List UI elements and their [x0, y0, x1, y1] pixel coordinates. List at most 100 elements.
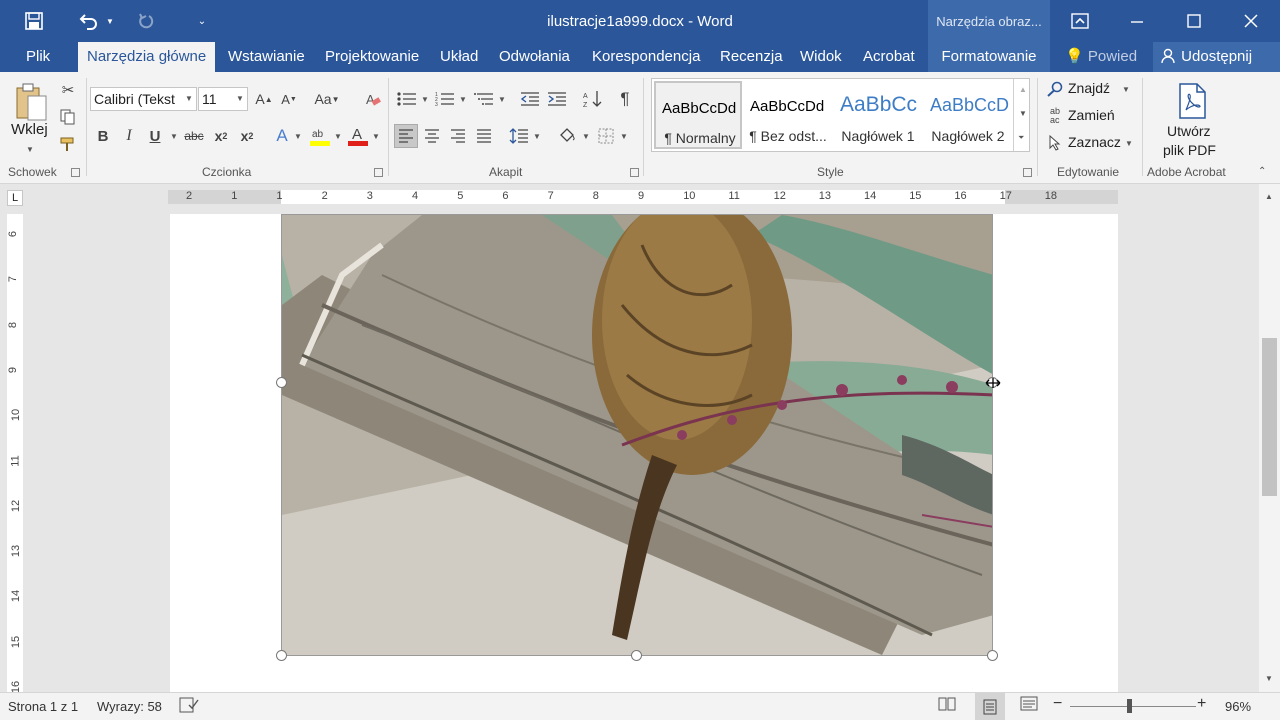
font-size-combo[interactable]: 11 ▼ [198, 87, 248, 111]
styles-scroll-down-icon[interactable]: ▼ [1019, 109, 1027, 118]
resize-handle-bottom-left[interactable] [276, 650, 287, 661]
tab-layout[interactable]: Układ [440, 42, 478, 72]
paste-label[interactable]: Wklej [11, 121, 48, 138]
read-mode-icon[interactable] [938, 696, 958, 716]
align-left-icon[interactable] [394, 124, 418, 148]
tab-review[interactable]: Recenzja [720, 42, 783, 72]
replace-button[interactable]: ab ac Zamień [1046, 105, 1136, 127]
text-effects-dropdown-icon[interactable]: ▼ [294, 132, 302, 141]
ribbon-display-options-icon[interactable] [1051, 0, 1108, 42]
paste-dropdown-icon[interactable]: ▼ [26, 145, 34, 154]
tab-file[interactable]: Plik [26, 42, 50, 72]
styles-more-icon[interactable]: ⏷ [1018, 133, 1024, 143]
tab-view[interactable]: Widok [800, 42, 842, 72]
web-layout-icon[interactable] [1020, 696, 1040, 716]
horizontal-ruler[interactable]: 2 1 1 2 3 4 5 6 7 8 9 10 11 12 13 14 15 16 17 18 [168, 190, 1118, 204]
zoom-level[interactable]: 96% [1225, 699, 1251, 714]
vertical-ruler[interactable]: 6 7 8 9 10 11 12 13 14 15 16 [7, 214, 23, 693]
clear-formatting-icon[interactable]: A [362, 89, 384, 109]
multilevel-dropdown-icon[interactable]: ▼ [498, 95, 506, 104]
font-launcher-icon[interactable] [374, 168, 383, 177]
cut-icon[interactable]: ✂ [58, 80, 78, 100]
highlight-dropdown-icon[interactable]: ▼ [334, 132, 342, 141]
strikethrough-icon[interactable]: abc [182, 126, 206, 146]
italic-icon[interactable]: I [120, 126, 138, 146]
zoom-slider-track[interactable] [1070, 706, 1196, 707]
tab-design[interactable]: Projektowanie [325, 42, 419, 72]
numbering-dropdown-icon[interactable]: ▼ [459, 95, 467, 104]
tab-acrobat[interactable]: Acrobat [863, 42, 915, 72]
undo-dropdown-icon[interactable]: ▼ [104, 8, 116, 34]
create-pdf-button[interactable]: Utwórz plik PDF [1150, 78, 1232, 162]
font-name-dropdown-icon[interactable]: ▼ [185, 88, 193, 110]
underline-icon[interactable]: U [146, 126, 164, 146]
change-case-icon[interactable]: Aa ▼ [312, 89, 342, 109]
resize-handle-bottom[interactable] [631, 650, 642, 661]
share-button[interactable]: Udostępnij [1153, 42, 1280, 72]
font-size-dropdown-icon[interactable]: ▼ [236, 88, 244, 110]
decrease-indent-icon[interactable] [519, 89, 541, 109]
multilevel-list-icon[interactable] [472, 89, 496, 109]
align-right-icon[interactable] [447, 124, 469, 148]
resize-handle-bottom-right[interactable] [987, 650, 998, 661]
sort-icon[interactable]: AZ [582, 89, 604, 109]
styles-scroll-up-icon[interactable]: ▲ [1019, 85, 1027, 94]
style-normal[interactable]: AaBbCcDd ¶ Normalny [654, 81, 742, 149]
scroll-down-icon[interactable]: ▼ [1265, 674, 1273, 683]
zoom-out-icon[interactable]: − [1053, 695, 1062, 713]
paragraph-launcher-icon[interactable] [630, 168, 639, 177]
tab-references[interactable]: Odwołania [499, 42, 570, 72]
font-color-dropdown-icon[interactable]: ▼ [372, 132, 380, 141]
page-count[interactable]: Strona 1 z 1 [8, 699, 78, 714]
align-center-icon[interactable] [421, 124, 443, 148]
paste-icon[interactable] [12, 80, 52, 126]
find-dropdown-icon[interactable]: ▼ [1122, 85, 1130, 94]
style-no-spacing[interactable]: AaBbCcDd ¶ Bez odst... [744, 81, 832, 149]
highlight-icon[interactable]: ab [308, 124, 332, 148]
tab-mailings[interactable]: Korespondencja [592, 42, 700, 72]
borders-icon[interactable] [596, 124, 616, 148]
close-icon[interactable] [1222, 0, 1279, 42]
numbering-icon[interactable]: 123 [434, 89, 456, 109]
find-button[interactable]: Znajdź ▼ [1046, 78, 1136, 100]
maximize-icon[interactable] [1165, 0, 1222, 42]
select-dropdown-icon[interactable]: ▼ [1125, 139, 1133, 148]
borders-dropdown-icon[interactable]: ▼ [620, 132, 628, 141]
tab-home[interactable]: Narzędzia główne [78, 42, 216, 72]
minimize-icon[interactable] [1108, 0, 1165, 42]
format-painter-icon[interactable] [58, 134, 78, 154]
proofing-icon[interactable] [179, 697, 199, 716]
styles-launcher-icon[interactable] [1023, 168, 1032, 177]
zoom-in-icon[interactable]: + [1197, 695, 1206, 713]
increase-indent-icon[interactable] [546, 89, 568, 109]
tell-me-box[interactable]: 💡 Powied [1065, 42, 1137, 72]
shading-icon[interactable] [555, 124, 579, 148]
grow-font-icon[interactable]: A ▲ [254, 89, 274, 109]
bold-icon[interactable]: B [94, 126, 112, 146]
resize-handle-left[interactable] [276, 377, 287, 388]
zoom-slider-thumb[interactable] [1127, 699, 1132, 713]
undo-icon[interactable] [74, 8, 104, 34]
bullets-icon[interactable] [396, 89, 418, 109]
shrink-font-icon[interactable]: A ▼ [279, 89, 299, 109]
style-heading-1[interactable]: AaBbCc Nagłówek 1 [834, 81, 922, 149]
select-button[interactable]: Zaznacz ▼ [1046, 132, 1136, 154]
selected-picture[interactable] [281, 214, 993, 656]
line-spacing-icon[interactable] [508, 124, 530, 148]
save-icon[interactable] [20, 8, 48, 34]
clipboard-launcher-icon[interactable] [71, 168, 80, 177]
tab-selector-icon[interactable]: L [7, 190, 23, 206]
scrollbar-thumb[interactable] [1262, 338, 1277, 496]
show-formatting-marks-icon[interactable]: ¶ [615, 89, 635, 109]
font-color-icon[interactable]: A [346, 124, 370, 148]
tab-format[interactable]: Formatowanie [928, 42, 1050, 72]
line-spacing-dropdown-icon[interactable]: ▼ [533, 132, 541, 141]
collapse-ribbon-icon[interactable]: ⌃ [1258, 166, 1266, 177]
tab-insert[interactable]: Wstawianie [228, 42, 305, 72]
copy-icon[interactable] [58, 107, 78, 127]
word-count[interactable]: Wyrazy: 58 [97, 699, 162, 714]
bullets-dropdown-icon[interactable]: ▼ [421, 95, 429, 104]
subscript-icon[interactable]: x2 [210, 126, 232, 146]
customize-toolbar-icon[interactable]: ⌄ [194, 8, 210, 34]
font-name-combo[interactable]: Calibri (Tekst ▼ [90, 87, 197, 111]
